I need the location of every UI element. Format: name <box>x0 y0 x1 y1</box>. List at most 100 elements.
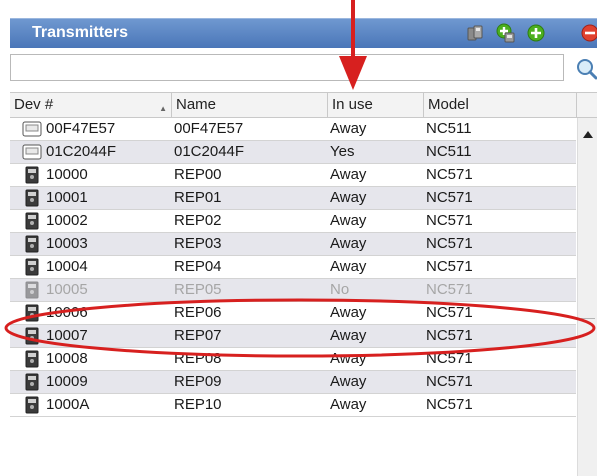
column-header-label: Model <box>428 96 469 113</box>
pager-icon <box>22 120 42 138</box>
table-row[interactable]: 10001 REP01 Away NC571 <box>10 187 576 210</box>
table-row[interactable]: 10003 REP03 Away NC571 <box>10 233 576 256</box>
model-cell: NC511 <box>426 143 472 160</box>
add-transmitter-icon[interactable] <box>496 23 516 43</box>
scroll-up-arrow-icon[interactable] <box>581 128 595 140</box>
table-row[interactable]: 01C2044F 01C2044F Yes NC511 <box>10 141 576 164</box>
column-header-in-use[interactable]: In use <box>328 93 424 117</box>
dev-number-cell: 10004 <box>46 258 88 275</box>
name-cell: REP05 <box>174 281 222 298</box>
in-use-cell: Away <box>330 189 367 206</box>
name-cell: REP04 <box>174 258 222 275</box>
table-row[interactable]: 00F47E57 00F47E57 Away NC511 <box>10 118 576 141</box>
repeater-icon <box>22 396 42 414</box>
model-cell: NC571 <box>426 304 473 321</box>
table-header: Dev # ▲ Name In use Model <box>10 92 597 118</box>
dev-number-cell: 10008 <box>46 350 88 367</box>
dev-number-cell: 00F47E57 <box>46 120 116 137</box>
dev-number-cell: 10009 <box>46 373 88 390</box>
in-use-cell: Away <box>330 327 367 344</box>
transmitter-group-icon[interactable] <box>466 23 486 43</box>
pager-icon <box>22 143 42 161</box>
column-header-label: In use <box>332 96 373 113</box>
in-use-cell: Away <box>330 166 367 183</box>
column-header-label: Dev # <box>14 96 54 113</box>
remove-icon[interactable] <box>580 23 597 43</box>
name-cell: 00F47E57 <box>174 120 244 137</box>
model-cell: NC571 <box>426 373 473 390</box>
vertical-scrollbar[interactable] <box>577 118 597 476</box>
model-cell: NC571 <box>426 281 473 298</box>
column-header-model[interactable]: Model <box>424 93 577 117</box>
repeater-icon <box>22 235 42 253</box>
column-header-dev[interactable]: Dev # ▲ <box>10 93 172 117</box>
search-input[interactable] <box>10 54 564 81</box>
search-icon[interactable] <box>576 58 597 80</box>
dev-number-cell: 01C2044F <box>46 143 117 160</box>
table-row[interactable]: 10000 REP00 Away NC571 <box>10 164 576 187</box>
name-cell: REP01 <box>174 189 222 206</box>
name-cell: REP07 <box>174 327 222 344</box>
name-cell: REP08 <box>174 350 222 367</box>
column-header-label: Name <box>176 96 217 113</box>
transmitters-table: Dev # ▲ Name In use Model 00F47E57 00F47E… <box>10 92 597 476</box>
in-use-cell: Away <box>330 304 367 321</box>
in-use-cell: Away <box>330 258 367 275</box>
in-use-cell: Yes <box>330 143 355 160</box>
dev-number-cell: 10005 <box>46 281 88 298</box>
table-row[interactable]: 10006 REP06 Away NC571 <box>10 302 576 325</box>
table-row[interactable]: 10008 REP08 Away NC571 <box>10 348 576 371</box>
in-use-cell: Away <box>330 212 367 229</box>
dev-number-cell: 10006 <box>46 304 88 321</box>
panel-title: Transmitters <box>32 24 129 41</box>
dev-number-cell: 10001 <box>46 189 88 206</box>
table-row[interactable]: 10002 REP02 Away NC571 <box>10 210 576 233</box>
dev-number-cell: 1000A <box>46 396 90 413</box>
dev-number-cell: 10002 <box>46 212 88 229</box>
table-row[interactable]: 10004 REP04 Away NC571 <box>10 256 576 279</box>
repeater-icon <box>22 166 42 184</box>
add-icon[interactable] <box>526 23 546 43</box>
model-cell: NC571 <box>426 350 473 367</box>
dev-number-cell: 10007 <box>46 327 88 344</box>
name-cell: REP10 <box>174 396 222 413</box>
table-body: 00F47E57 00F47E57 Away NC511 01C2044F 01C2044… <box>10 118 576 476</box>
dev-number-cell: 10000 <box>46 166 88 183</box>
table-row[interactable]: 10005 REP05 No NC571 <box>10 279 576 302</box>
table-row[interactable]: 10007 REP07 Away NC571 <box>10 325 576 348</box>
in-use-cell: No <box>330 281 350 298</box>
model-cell: NC571 <box>426 166 473 183</box>
name-cell: REP06 <box>174 304 222 321</box>
name-cell: REP00 <box>174 166 222 183</box>
name-cell: REP09 <box>174 373 222 390</box>
in-use-cell: Away <box>330 235 367 252</box>
repeater-icon <box>22 350 42 368</box>
in-use-cell: Away <box>330 120 367 137</box>
dev-number-cell: 10003 <box>46 235 88 252</box>
repeater-icon <box>22 373 42 391</box>
table-row[interactable]: 1000A REP10 Away NC571 <box>10 394 576 417</box>
model-cell: NC571 <box>426 189 473 206</box>
repeater-icon <box>22 212 42 230</box>
name-cell: REP02 <box>174 212 222 229</box>
scrollbar-thumb[interactable] <box>581 318 595 359</box>
name-cell: REP03 <box>174 235 222 252</box>
repeater-icon <box>22 304 42 322</box>
model-cell: NC571 <box>426 396 473 413</box>
name-cell: 01C2044F <box>174 143 245 160</box>
transmitters-panel: Transmitters Dev # ▲ Name In use Model 0… <box>0 0 597 476</box>
in-use-cell: Away <box>330 396 367 413</box>
table-row[interactable]: 10009 REP09 Away NC571 <box>10 371 576 394</box>
repeater-icon <box>22 189 42 207</box>
model-cell: NC571 <box>426 235 473 252</box>
model-cell: NC571 <box>426 258 473 275</box>
model-cell: NC571 <box>426 212 473 229</box>
repeater-icon <box>22 281 42 299</box>
in-use-cell: Away <box>330 373 367 390</box>
model-cell: NC511 <box>426 120 472 137</box>
panel-header: Transmitters <box>10 18 597 48</box>
column-header-name[interactable]: Name <box>172 93 328 117</box>
in-use-cell: Away <box>330 350 367 367</box>
repeater-icon <box>22 258 42 276</box>
model-cell: NC571 <box>426 327 473 344</box>
